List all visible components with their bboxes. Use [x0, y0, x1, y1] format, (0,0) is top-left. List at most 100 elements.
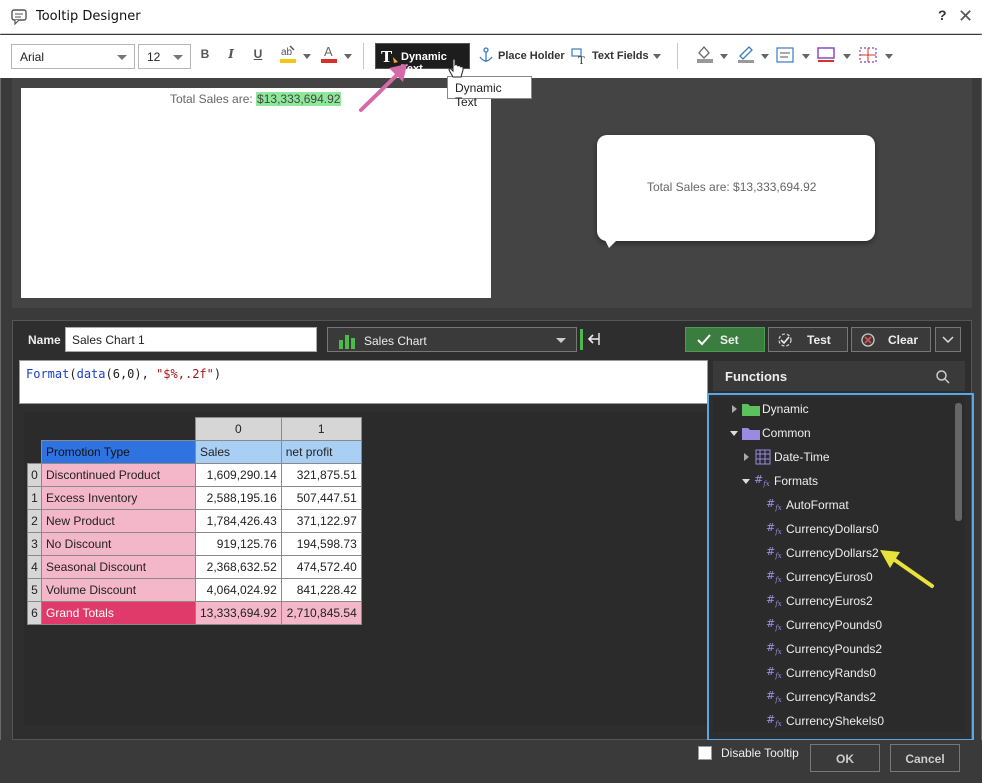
text-fields-button[interactable]: Text Fields: [592, 50, 649, 62]
check-icon: [697, 334, 711, 346]
font-color-icon[interactable]: A: [319, 43, 339, 65]
column-header[interactable]: 1: [280, 417, 362, 441]
name-input[interactable]: [65, 327, 317, 352]
border-color-icon[interactable]: [736, 43, 756, 65]
data-cell[interactable]: 841,228.42: [280, 578, 362, 602]
padding-icon[interactable]: [858, 46, 878, 64]
chevron-down-icon: [942, 336, 954, 344]
row-index[interactable]: 1: [27, 486, 42, 510]
row-index[interactable]: 5: [27, 578, 42, 602]
svg-text:ab: ab: [281, 47, 293, 58]
formula-format-string: "$%,.2f": [156, 367, 214, 381]
chevron-down-icon[interactable]: [720, 54, 728, 59]
data-cell[interactable]: 919,125.76: [195, 532, 282, 556]
dynamic-text-token[interactable]: $13,333,694.92: [256, 92, 342, 106]
test-button[interactable]: Test: [768, 327, 848, 352]
ok-button[interactable]: OK: [810, 744, 880, 772]
bold-button[interactable]: B: [198, 47, 212, 67]
chevron-down-icon[interactable]: [885, 54, 893, 59]
data-cell[interactable]: 2,710,845.54: [280, 601, 362, 625]
chevron-down-icon: [117, 55, 127, 60]
row-index[interactable]: 6: [27, 601, 42, 625]
row-label[interactable]: Volume Discount: [41, 578, 196, 602]
column-name-cell[interactable]: Sales: [195, 440, 282, 464]
disable-tooltip-checkbox[interactable]: [698, 746, 712, 760]
font-family-value: Arial: [20, 50, 45, 64]
chart-select[interactable]: Sales Chart: [327, 327, 577, 352]
data-cell[interactable]: 474,572.40: [280, 555, 362, 579]
font-size-value: 12: [147, 50, 161, 64]
data-cell[interactable]: 321,875.51: [280, 463, 362, 487]
chevron-down-icon: [173, 55, 183, 60]
row-label-header[interactable]: Promotion Type: [41, 440, 196, 464]
data-cell[interactable]: 371,122.97: [280, 509, 362, 533]
highlight-color-icon[interactable]: ab: [278, 43, 298, 65]
chevron-down-icon[interactable]: [303, 54, 311, 59]
tooltip-design-canvas[interactable]: [21, 88, 491, 298]
data-cell[interactable]: 2,368,632.52: [195, 555, 282, 579]
data-cell[interactable]: 2,588,195.16: [195, 486, 282, 510]
row-label[interactable]: New Product: [41, 509, 196, 533]
column-header[interactable]: 0: [195, 417, 282, 441]
formatting-toolbar: Arial 12 B I U ab A T Dynamic Text Place…: [0, 35, 982, 78]
title-bar: [0, 0, 982, 34]
canvas-text[interactable]: Total Sales are: $13,333,694.92: [170, 92, 342, 106]
row-label[interactable]: Seasonal Discount: [41, 555, 196, 579]
text-align-icon[interactable]: [775, 46, 795, 64]
help-button[interactable]: ?: [938, 7, 952, 27]
row-label[interactable]: Discontinued Product: [41, 463, 196, 487]
box-style-icon[interactable]: [816, 46, 836, 64]
row-index[interactable]: 4: [27, 555, 42, 579]
chevron-down-icon[interactable]: [802, 54, 810, 59]
table-header-row: Promotion Type Sales net profit: [28, 440, 362, 464]
chart-select-value: Sales Chart: [364, 334, 427, 348]
row-label[interactable]: No Discount: [41, 532, 196, 556]
cancel-button[interactable]: Cancel: [890, 744, 960, 772]
italic-button[interactable]: I: [224, 47, 238, 67]
chevron-down-icon[interactable]: [843, 54, 851, 59]
row-index[interactable]: 3: [27, 532, 42, 556]
close-button[interactable]: ✕: [958, 7, 974, 27]
data-cell[interactable]: 507,447.51: [280, 486, 362, 510]
formula-editor[interactable]: Format(data(6,0), "$%,.2f"): [19, 360, 708, 404]
clear-label: Clear: [888, 333, 919, 347]
name-label: Name: [28, 333, 61, 347]
fill-color-icon[interactable]: [695, 43, 715, 65]
place-holder-button[interactable]: Place Holder: [498, 50, 565, 62]
data-cell[interactable]: 4,064,024.92: [195, 578, 282, 602]
tooltip-designer-icon: [11, 9, 29, 26]
clear-button[interactable]: Clear: [851, 327, 931, 352]
insert-chart-button[interactable]: [579, 327, 601, 352]
tooltip-preview-text: Total Sales are: $13,333,694.92: [647, 180, 817, 194]
search-icon[interactable]: [935, 369, 951, 385]
canvas-static-text: Total Sales are:: [170, 92, 257, 106]
table-row: 2 New Product 1,784,426.43 371,122.97: [27, 509, 362, 533]
row-label[interactable]: Grand Totals: [41, 601, 196, 625]
corner-cell: [42, 418, 196, 441]
underline-button[interactable]: U: [251, 47, 265, 67]
data-cell[interactable]: 13,333,694.92: [195, 601, 282, 625]
more-options-button[interactable]: [935, 327, 961, 352]
chevron-down-icon[interactable]: [761, 54, 769, 59]
row-index[interactable]: 0: [27, 463, 42, 487]
svg-text:T: T: [578, 56, 585, 65]
chevron-down-icon: [556, 338, 566, 343]
font-family-select[interactable]: Arial: [11, 44, 135, 69]
test-label: Test: [807, 333, 831, 347]
svg-text:A: A: [324, 44, 333, 59]
row-index[interactable]: 2: [27, 509, 42, 533]
column-header-row: 0 1: [28, 417, 362, 441]
chevron-down-icon[interactable]: [344, 54, 352, 59]
column-name-cell[interactable]: net profit: [280, 440, 362, 464]
grand-total-row: 6 Grand Totals 13,333,694.92 2,710,845.5…: [27, 601, 362, 625]
data-cell[interactable]: 1,609,290.14: [195, 463, 282, 487]
chevron-down-icon[interactable]: [653, 54, 661, 59]
data-cell[interactable]: 1,784,426.43: [195, 509, 282, 533]
data-cell[interactable]: 194,598.73: [280, 532, 362, 556]
set-button[interactable]: Set: [685, 327, 765, 352]
row-label[interactable]: Excess Inventory: [41, 486, 196, 510]
text-fields-icon: T: [571, 47, 589, 67]
test-check-icon: [778, 333, 792, 347]
table-row: 3 No Discount 919,125.76 194,598.73: [27, 532, 362, 556]
font-size-select[interactable]: 12: [138, 44, 191, 69]
